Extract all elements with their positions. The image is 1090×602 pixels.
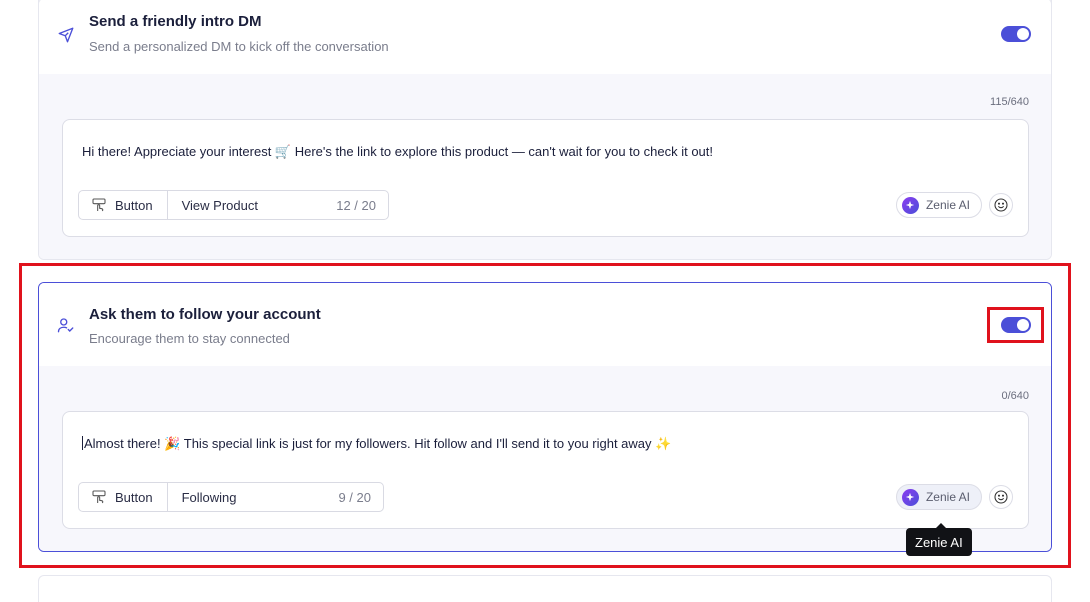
step-header: Send a friendly intro DM Send a personal… [39,0,1051,74]
emoji-picker-button[interactable] [989,193,1013,217]
zenie-ai-label: Zenie AI [925,198,970,212]
zenie-ai-button[interactable]: Zenie AI [895,192,982,218]
step-card-intro-dm: Send a friendly intro DM Send a personal… [38,0,1052,260]
step-body: 115/640 Hi there! Appreciate your intere… [39,74,1051,259]
message-editor[interactable]: Hi there! Appreciate your interest 🛒 Her… [62,119,1029,237]
step-card-next [38,575,1052,602]
hand-pointer-icon [92,198,106,212]
cta-button-editor[interactable]: Button View Product 12 / 20 [78,190,389,220]
highlight-step-card [19,263,1071,568]
step-title: Send a friendly intro DM [89,13,262,30]
button-label-input[interactable]: View Product [168,198,258,213]
step-subtitle: Send a personalized DM to kick off the c… [89,39,389,54]
highlight-toggle [987,307,1044,343]
button-label-count: 12 / 20 [336,197,376,213]
char-counter: 115/640 [990,96,1029,108]
sparkle-icon [901,196,919,214]
button-type-selector[interactable]: Button [79,191,168,219]
message-text[interactable]: Hi there! Appreciate your interest 🛒 Her… [82,144,713,160]
send-icon [58,27,74,43]
smiley-icon [994,198,1008,212]
button-type-label: Button [115,197,153,213]
step-enable-toggle[interactable] [1001,26,1031,42]
